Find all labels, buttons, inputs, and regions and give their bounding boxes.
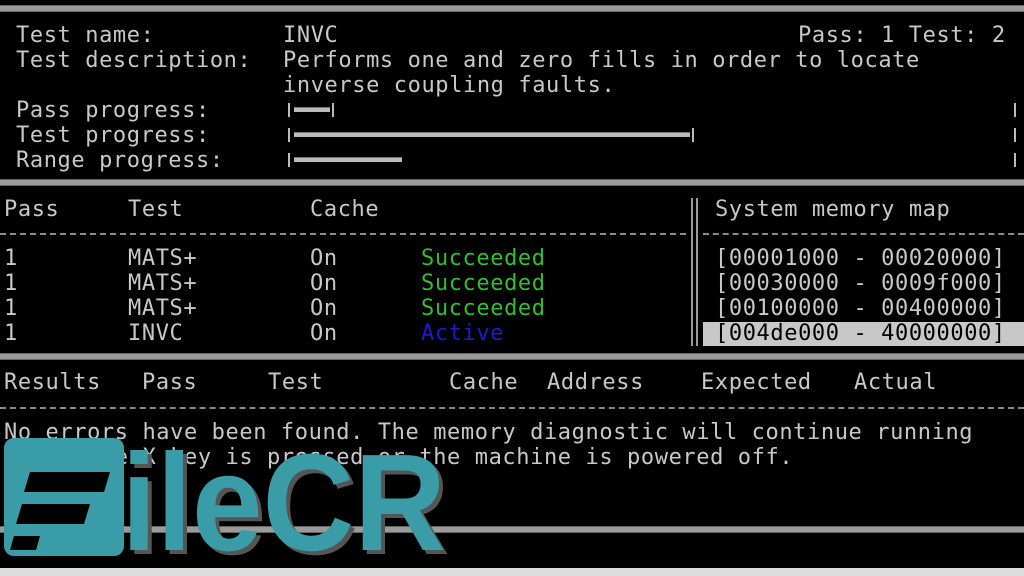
row-cache: On	[310, 271, 338, 296]
row-pass: 1	[4, 296, 18, 321]
test-name-label: Test name:	[16, 23, 155, 48]
col-test: Test	[128, 197, 184, 222]
row-test: MATS+	[128, 271, 198, 296]
test-progress-label: Test progress:	[16, 123, 210, 148]
results-dash	[0, 407, 1024, 409]
table-dash	[0, 233, 686, 235]
memory-range[interactable]: [004de000 - 40000000]	[703, 322, 1024, 346]
results-col: Results	[4, 370, 101, 395]
top-border	[0, 5, 1024, 12]
range-progress-label: Range progress:	[16, 148, 224, 173]
row-status: Succeeded	[421, 246, 546, 271]
row-pass: 1	[4, 271, 18, 296]
row-test: INVC	[128, 321, 184, 346]
row-status: Active	[421, 321, 505, 346]
col-pass: Pass	[4, 197, 60, 222]
results-col: Test	[268, 370, 324, 395]
test-description-line2: inverse coupling faults.	[283, 73, 616, 98]
mid-divider	[0, 353, 1024, 360]
header-divider	[0, 179, 1024, 186]
vertical-divider	[691, 198, 693, 346]
row-status: Succeeded	[421, 271, 546, 296]
row-pass: 1	[4, 246, 18, 271]
memory-map-title: System memory map	[715, 197, 951, 222]
test-description-label: Test description:	[16, 48, 252, 73]
row-cache: On	[310, 246, 338, 271]
results-col: Pass	[142, 370, 198, 395]
row-status: Succeeded	[421, 296, 546, 321]
test-description-line1: Performs one and zero fills in order to …	[283, 48, 920, 73]
test-name-value: INVC	[283, 23, 339, 48]
memory-range[interactable]: [00100000 - 00400000]	[715, 297, 1006, 321]
bottom-strip	[0, 568, 1024, 576]
memory-range[interactable]: [00030000 - 0009f000]	[715, 272, 1006, 296]
filecr-watermark-logo: ileCR ileCR	[4, 432, 450, 562]
svg-text:ileCR: ileCR	[121, 432, 445, 562]
pass-progress-label: Pass progress:	[16, 98, 210, 123]
results-col: Actual	[854, 370, 938, 395]
col-cache: Cache	[310, 197, 380, 222]
pass-test-status: Pass: 1 Test: 2	[798, 23, 1006, 48]
memory-range[interactable]: [00001000 - 00020000]	[715, 247, 1006, 271]
row-cache: On	[310, 296, 338, 321]
row-test: MATS+	[128, 246, 198, 271]
results-col: Address	[547, 370, 644, 395]
row-pass: 1	[4, 321, 18, 346]
results-col: Cache	[449, 370, 519, 395]
results-col: Expected	[701, 370, 812, 395]
row-cache: On	[310, 321, 338, 346]
row-test: MATS+	[128, 296, 198, 321]
memory-map-dash	[703, 233, 1024, 235]
